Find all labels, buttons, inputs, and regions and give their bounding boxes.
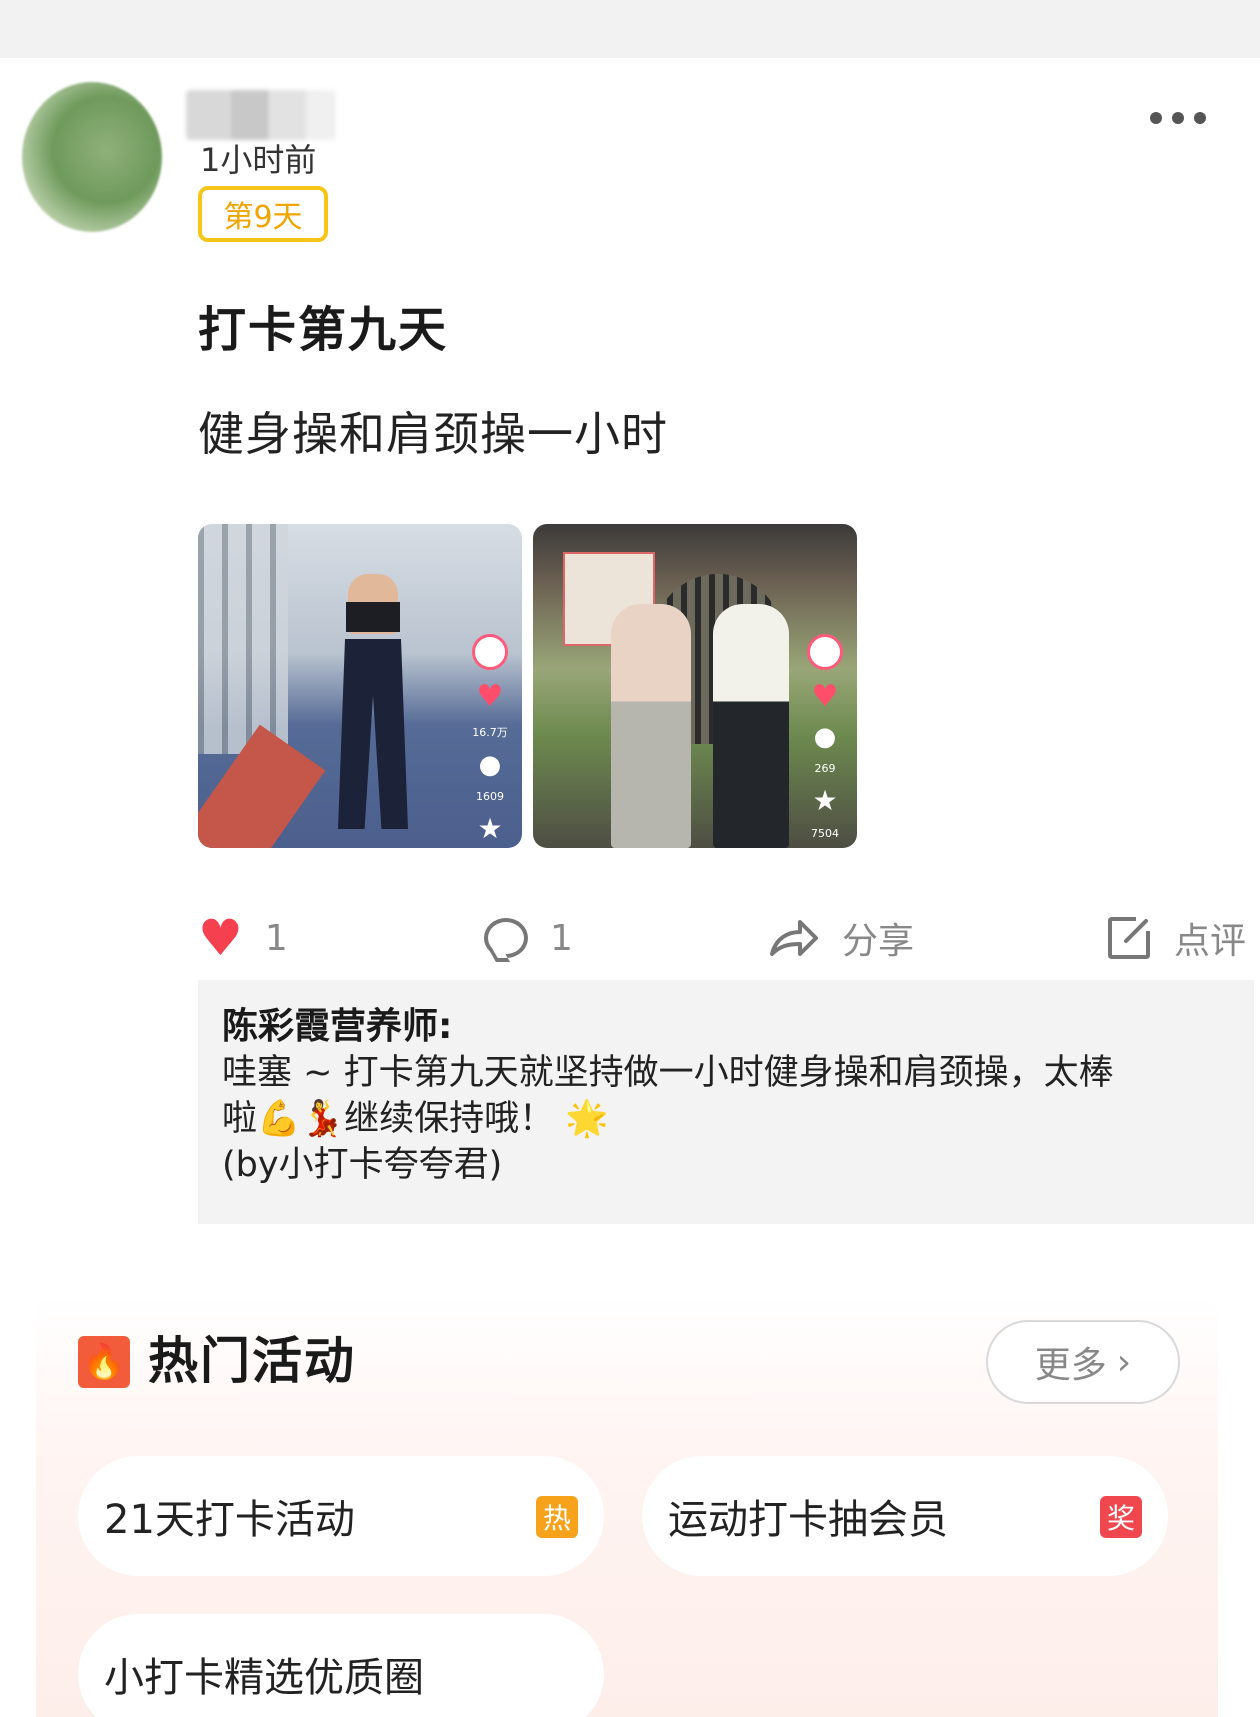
star-icon: ★ — [812, 784, 838, 817]
review-label: 点评 — [1174, 921, 1247, 962]
flame-icon: 🔥 — [78, 1336, 130, 1388]
avatar[interactable] — [22, 82, 162, 232]
like-count: 1 — [264, 917, 288, 959]
activity-label: 21天打卡活动 — [104, 1497, 355, 1543]
top-bar — [0, 0, 1260, 58]
comment-count: 1 — [550, 917, 573, 959]
activity-label: 小打卡精选优质圈 — [104, 1655, 424, 1701]
hot-activities-panel: 🔥 热门活动 更多 › 21天打卡活动 热 运动打卡抽会员 奖 小打卡精选优质圈 — [36, 1296, 1218, 1717]
chevron-right-icon: › — [1116, 1341, 1132, 1383]
comment-icon: ● — [813, 722, 837, 752]
username-blurred[interactable] — [186, 90, 336, 140]
comment-bubble-icon — [484, 918, 528, 958]
share-button[interactable]: 分享 — [768, 908, 914, 968]
post-body: 健身操和肩颈操一小时 — [198, 407, 668, 461]
heart-icon: ♥ — [811, 679, 839, 714]
star-icon: ★ — [477, 812, 503, 845]
activity-chip-sport-lottery[interactable]: 运动打卡抽会员 奖 — [642, 1456, 1168, 1576]
thumbnail-comment-count: 269 — [814, 762, 836, 775]
activity-chip-featured-circles[interactable]: 小打卡精选优质圈 — [78, 1614, 604, 1717]
comment-button[interactable]: 1 — [484, 908, 573, 968]
thumbnail-like-count: 16.7万 — [472, 726, 508, 739]
exercise-figure-right — [713, 604, 789, 848]
thumbnail-star-count: 7504 — [811, 827, 839, 840]
post-time: 1小时前 — [200, 141, 317, 179]
share-arrow-icon — [768, 918, 820, 958]
comment-line-2: 啦💪💃继续保持哦！ 🌟 — [222, 1099, 609, 1139]
exercise-figure-left — [611, 604, 691, 848]
hot-activities-title: 热门活动 — [148, 1332, 356, 1390]
more-options-icon[interactable] — [1150, 106, 1210, 130]
comment-author: 陈彩霞营养师: — [222, 1006, 453, 1047]
post-actions: ♥ 1 1 分享 点评 — [198, 908, 1260, 968]
creator-avatar-icon — [472, 634, 508, 670]
activity-label: 运动打卡抽会员 — [668, 1497, 948, 1543]
prize-tag-badge: 奖 — [1100, 1496, 1142, 1538]
heart-icon: ♥ — [198, 909, 243, 967]
activity-chip-21-day[interactable]: 21天打卡活动 热 — [78, 1456, 604, 1576]
exercise-figure — [328, 544, 418, 844]
like-button[interactable]: ♥ 1 — [198, 908, 288, 968]
thumbnail-side-icons: ♥ ● 269 ★ 7504 — [807, 634, 843, 840]
edit-icon — [1106, 915, 1152, 961]
day-badge: 第9天 — [198, 186, 328, 242]
hot-tag-badge: 热 — [536, 1496, 578, 1538]
thumbnail-comment-count: 1609 — [476, 790, 504, 803]
coach-comment: 陈彩霞营养师: 哇塞 ~ 打卡第九天就坚持做一小时健身操和肩颈操，太棒 啦💪💃继… — [198, 980, 1254, 1224]
thumbnail-side-icons: ♥ 16.7万 ● 1609 ★ — [472, 634, 508, 843]
creator-avatar-icon — [807, 634, 843, 670]
more-label: 更多 — [1034, 1345, 1107, 1386]
railing-graphic — [198, 524, 288, 754]
comment-line-1: 哇塞 ~ 打卡第九天就坚持做一小时健身操和肩颈操，太棒 — [222, 1053, 1114, 1093]
share-label: 分享 — [842, 921, 915, 962]
comment-icon: ● — [478, 750, 502, 780]
comment-line-3: (by小打卡夸夸君) — [222, 1145, 503, 1185]
review-button[interactable]: 点评 — [1106, 908, 1246, 968]
video-thumbnail-1[interactable]: ♥ 16.7万 ● 1609 ★ — [198, 524, 522, 848]
heart-icon: ♥ — [476, 679, 504, 714]
post-title: 打卡第九天 — [198, 302, 449, 358]
video-thumbnail-2[interactable]: ♥ ● 269 ★ 7504 — [533, 524, 857, 848]
more-button[interactable]: 更多 › — [986, 1320, 1180, 1404]
